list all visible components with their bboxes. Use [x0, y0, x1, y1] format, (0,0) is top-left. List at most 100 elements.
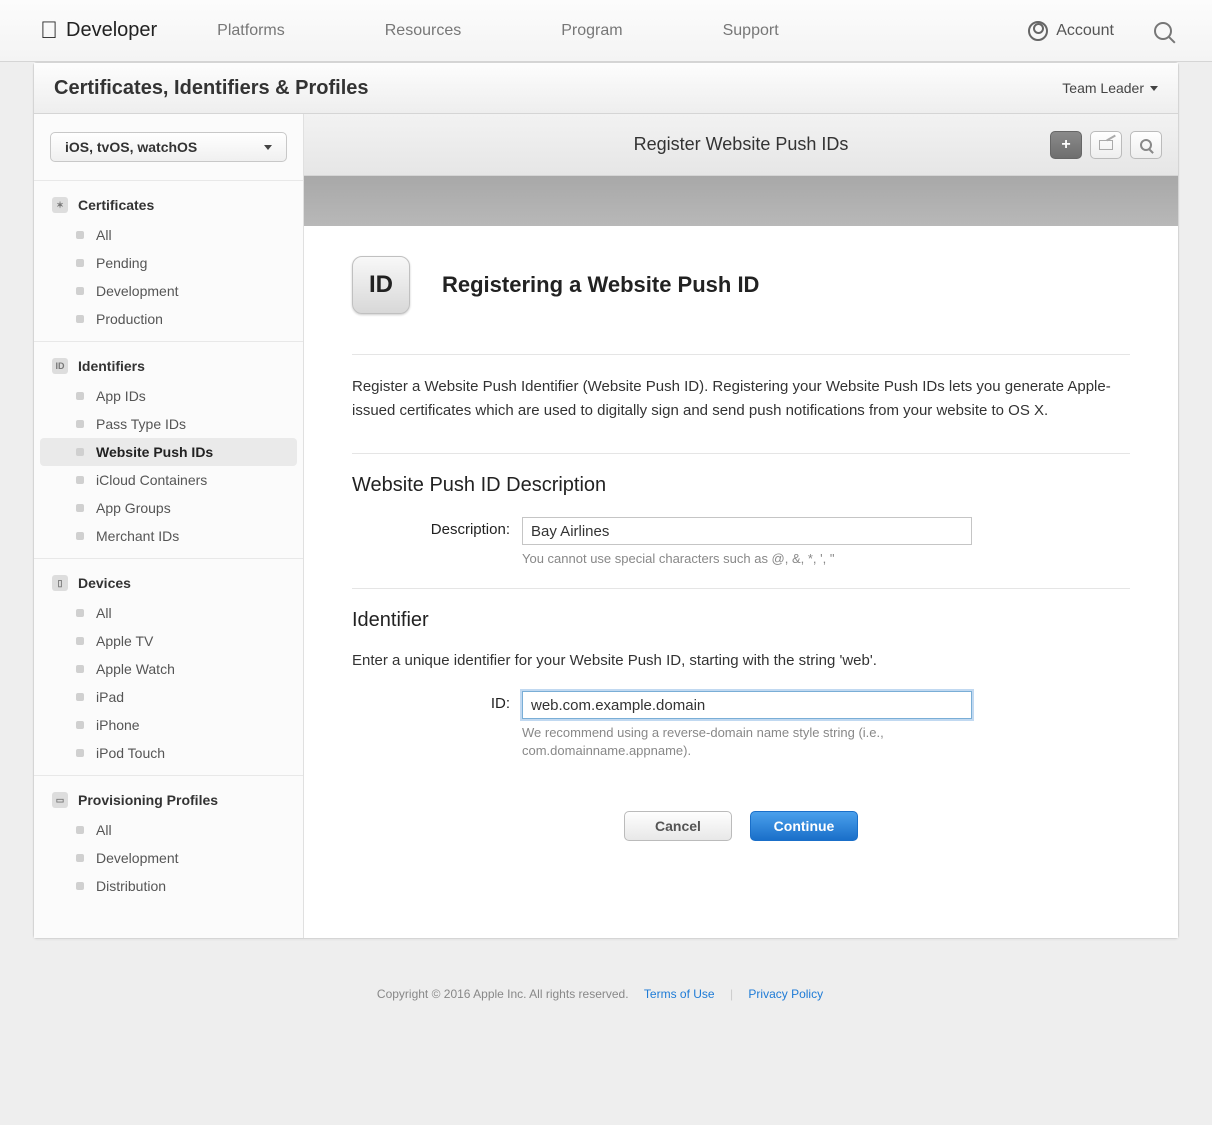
cancel-button[interactable]: Cancel: [624, 811, 732, 841]
terms-link[interactable]: Terms of Use: [644, 987, 715, 1001]
account-label: Account: [1056, 22, 1114, 40]
bullet-icon: [76, 637, 84, 645]
separator: [352, 354, 1130, 355]
sidebar-item-prof-development[interactable]: Development: [40, 844, 297, 872]
description-label: Description:: [352, 517, 522, 538]
plus-icon: +: [1061, 136, 1070, 154]
device-icon: ▯: [52, 575, 68, 591]
certificate-icon: ✶: [52, 197, 68, 213]
main-actions: +: [1050, 131, 1162, 159]
sidebar-item-dev-all[interactable]: All: [40, 599, 297, 627]
platform-label: iOS, tvOS, watchOS: [65, 139, 197, 155]
bullet-icon: [76, 749, 84, 757]
apple-logo-icon: : [40, 17, 58, 45]
bullet-icon: [76, 826, 84, 834]
sidebar-item-cert-pending[interactable]: Pending: [40, 249, 297, 277]
identifier-subtext: Enter a unique identifier for your Websi…: [352, 652, 1130, 669]
divider: |: [730, 987, 733, 1001]
bullet-icon: [76, 231, 84, 239]
edit-icon: [1099, 140, 1113, 150]
sidebar-item-prof-all[interactable]: All: [40, 816, 297, 844]
sidebar-head-devices: ▯ Devices: [34, 567, 303, 599]
sidebar-item-dev-applewatch[interactable]: Apple Watch: [40, 655, 297, 683]
copyright: Copyright © 2016 Apple Inc. All rights r…: [377, 987, 629, 1001]
search-button[interactable]: [1130, 131, 1162, 159]
content-heading: Registering a Website Push ID: [442, 272, 759, 298]
bullet-icon: [76, 721, 84, 729]
sidebar-item-cert-all[interactable]: All: [40, 221, 297, 249]
sidebar-item-merchant-ids[interactable]: Merchant IDs: [40, 522, 297, 550]
bullet-icon: [76, 854, 84, 862]
chevron-down-icon: [1150, 86, 1158, 91]
separator: [352, 453, 1130, 454]
search-icon[interactable]: [1154, 22, 1172, 40]
brand-label[interactable]: Developer: [66, 19, 157, 42]
bullet-icon: [76, 665, 84, 673]
sidebar-section-profiles: ▭ Provisioning Profiles All Development …: [34, 775, 303, 908]
gray-strip: [304, 176, 1178, 226]
description-row: Description: You cannot use special char…: [352, 517, 1130, 568]
nav-platforms[interactable]: Platforms: [217, 22, 285, 40]
document-icon: ▭: [52, 792, 68, 808]
main-header-title: Register Website Push IDs: [634, 134, 849, 155]
intro-text: Register a Website Push Identifier (Webs…: [352, 375, 1130, 423]
nav-support[interactable]: Support: [723, 22, 779, 40]
main-panel: Certificates, Identifiers & Profiles Tea…: [33, 62, 1179, 939]
bullet-icon: [76, 287, 84, 295]
button-row: Cancel Continue: [352, 811, 1130, 841]
bullet-icon: [76, 609, 84, 617]
account-link[interactable]: Account: [1028, 21, 1114, 41]
nav-resources[interactable]: Resources: [385, 22, 461, 40]
identifier-label: ID:: [352, 691, 522, 712]
bullet-icon: [76, 392, 84, 400]
bullet-icon: [76, 504, 84, 512]
sidebar-section-devices: ▯ Devices All Apple TV Apple Watch iPad …: [34, 558, 303, 775]
sidebar-item-icloud-containers[interactable]: iCloud Containers: [40, 466, 297, 494]
bullet-icon: [76, 259, 84, 267]
identifier-input[interactable]: [522, 691, 972, 719]
nav-program[interactable]: Program: [561, 22, 622, 40]
sidebar-item-dev-appletv[interactable]: Apple TV: [40, 627, 297, 655]
sidebar-head-profiles: ▭ Provisioning Profiles: [34, 784, 303, 816]
bullet-icon: [76, 448, 84, 456]
user-icon: [1028, 21, 1048, 41]
content-body: ID Registering a Website Push ID Registe…: [304, 226, 1178, 881]
sidebar-item-prof-distribution[interactable]: Distribution: [40, 872, 297, 900]
description-input[interactable]: [522, 517, 972, 545]
sidebar-item-dev-iphone[interactable]: iPhone: [40, 711, 297, 739]
description-section-title: Website Push ID Description: [352, 474, 1130, 497]
sidebar-item-cert-development[interactable]: Development: [40, 277, 297, 305]
sidebar-head-identifiers: ID Identifiers: [34, 350, 303, 382]
sidebar-item-app-ids[interactable]: App IDs: [40, 382, 297, 410]
sidebar-item-dev-ipod[interactable]: iPod Touch: [40, 739, 297, 767]
top-nav-links: Platforms Resources Program Support: [217, 22, 1028, 40]
edit-button[interactable]: [1090, 131, 1122, 159]
identifier-row: ID: We recommend using a reverse-domain …: [352, 691, 1130, 760]
sidebar-item-website-push-ids[interactable]: Website Push IDs: [40, 438, 297, 466]
description-hint: You cannot use special characters such a…: [522, 550, 972, 568]
top-navigation:  Developer Platforms Resources Program …: [0, 0, 1212, 62]
separator: [352, 588, 1130, 589]
sidebar-item-pass-type-ids[interactable]: Pass Type IDs: [40, 410, 297, 438]
continue-button[interactable]: Continue: [750, 811, 858, 841]
title-bar: Certificates, Identifiers & Profiles Tea…: [34, 63, 1178, 114]
add-button[interactable]: +: [1050, 131, 1082, 159]
bullet-icon: [76, 476, 84, 484]
chevron-down-icon: [264, 145, 272, 150]
sidebar-head-certificates: ✶ Certificates: [34, 189, 303, 221]
sidebar-item-cert-production[interactable]: Production: [40, 305, 297, 333]
platform-dropdown[interactable]: iOS, tvOS, watchOS: [50, 132, 287, 162]
bullet-icon: [76, 315, 84, 323]
identifier-section-title: Identifier: [352, 609, 1130, 632]
role-label: Team Leader: [1062, 80, 1144, 96]
bullet-icon: [76, 420, 84, 428]
privacy-link[interactable]: Privacy Policy: [748, 987, 823, 1001]
bullet-icon: [76, 532, 84, 540]
sidebar-item-app-groups[interactable]: App Groups: [40, 494, 297, 522]
id-icon: ID: [52, 358, 68, 374]
bullet-icon: [76, 693, 84, 701]
bullet-icon: [76, 882, 84, 890]
role-selector[interactable]: Team Leader: [1062, 80, 1158, 96]
sidebar-section-certificates: ✶ Certificates All Pending Development P…: [34, 180, 303, 341]
sidebar-item-dev-ipad[interactable]: iPad: [40, 683, 297, 711]
